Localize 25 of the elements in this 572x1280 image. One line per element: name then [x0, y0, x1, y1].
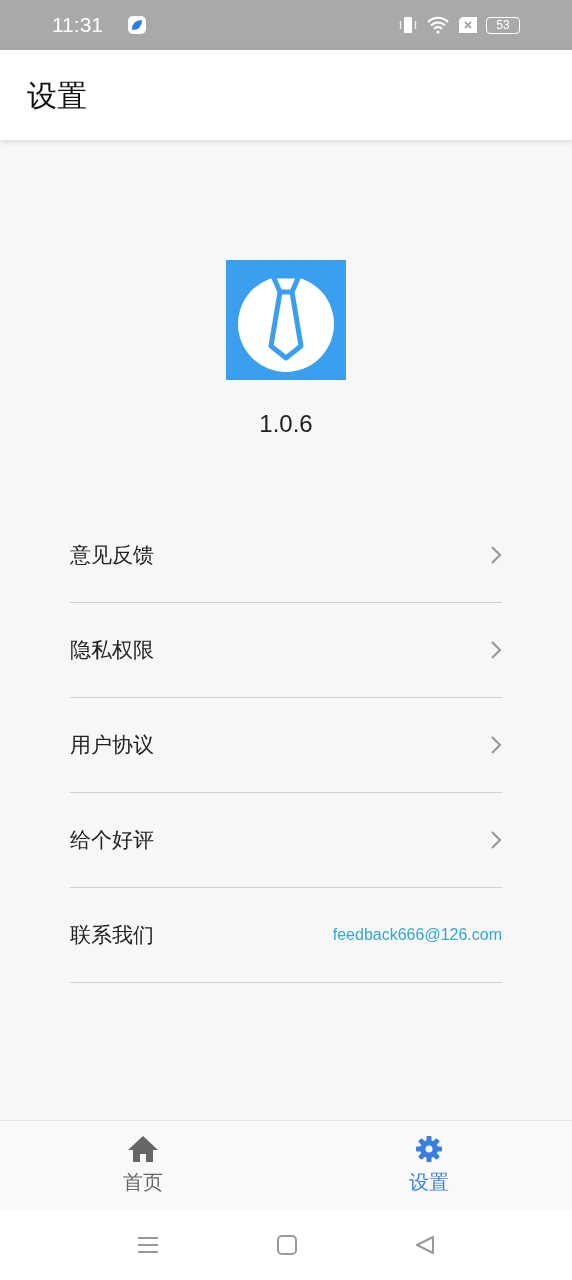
- battery-indicator: 53: [486, 16, 520, 34]
- menu-item[interactable]: 意见反馈: [70, 508, 502, 603]
- wifi-icon: [426, 15, 450, 35]
- tab[interactable]: 首页: [0, 1121, 286, 1210]
- chevron-right-icon: [490, 830, 502, 850]
- page-title: 设置: [27, 77, 87, 114]
- back-triangle-icon[interactable]: [415, 1235, 435, 1255]
- menu-item[interactable]: 用户协议: [70, 698, 502, 793]
- tab[interactable]: 设置: [286, 1121, 572, 1210]
- home-icon: [127, 1134, 159, 1163]
- app-logo-icon: [226, 260, 346, 380]
- home-square-icon[interactable]: [277, 1235, 297, 1255]
- chevron-right-icon: [490, 545, 502, 565]
- menu-item[interactable]: 给个好评: [70, 793, 502, 888]
- vibrate-icon: [398, 15, 418, 35]
- chevron-right-icon: [490, 735, 502, 755]
- version-text: 1.0.6: [259, 409, 313, 439]
- menu-icon[interactable]: [137, 1236, 159, 1254]
- chevron-right-icon: [490, 640, 502, 660]
- status-time: 11:31: [52, 12, 103, 39]
- no-sim-icon: [458, 16, 478, 34]
- settings-icon: [415, 1134, 443, 1163]
- menu-item[interactable]: 隐私权限: [70, 603, 502, 698]
- menu-item[interactable]: 联系我们 feedback666@126.com: [70, 888, 502, 983]
- app-notification-icon: [127, 15, 147, 35]
